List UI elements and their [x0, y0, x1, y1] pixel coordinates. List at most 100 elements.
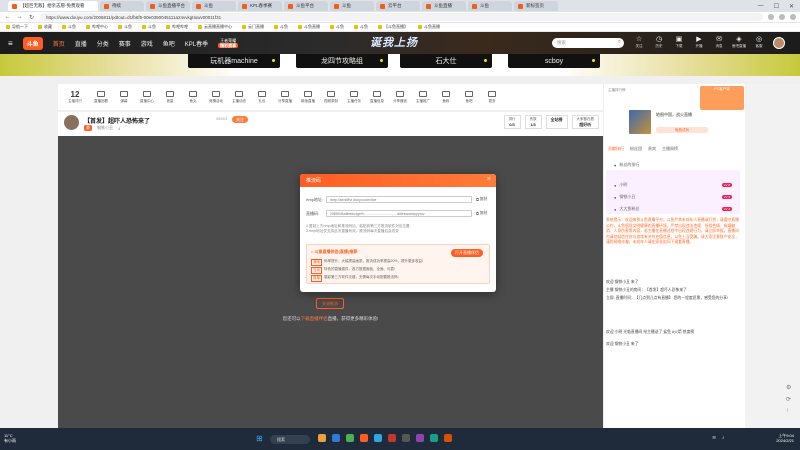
- bookmark[interactable]: 斗鱼: [354, 24, 368, 30]
- bookmark[interactable]: 斗鱼: [274, 24, 288, 30]
- browser-tab[interactable]: KPL春季赛: [238, 1, 282, 11]
- fan-row[interactable]: ● 小明 LV 8: [614, 181, 732, 189]
- browser-tab[interactable]: 斗鱼直播平台: [146, 1, 190, 11]
- stream-key-field[interactable]: 2085945a8bedc4ge9= .....................…: [326, 210, 472, 217]
- close-icon[interactable]: ×: [487, 176, 491, 183]
- steam-app-icon[interactable]: [374, 434, 382, 442]
- browser-app-icon[interactable]: [332, 434, 340, 442]
- fan-row[interactable]: ● 钢铁小丑 LV 6: [614, 193, 732, 201]
- stream-button[interactable]: 玩机器machine: [188, 54, 280, 68]
- stream-button[interactable]: 龙四节攻略组: [296, 54, 388, 68]
- room-tool[interactable]: 竞猜活动: [206, 90, 226, 104]
- app-icon[interactable]: [416, 434, 424, 442]
- anchor-name[interactable]: 钢铁小丑: [97, 125, 113, 131]
- room-tool[interactable]: 分享赚钱: [390, 90, 410, 104]
- nav-category[interactable]: 分类: [97, 39, 109, 48]
- browser-tab[interactable]: 斗鱼直播: [422, 1, 466, 11]
- room-tool[interactable]: 鱼粉: [436, 90, 456, 104]
- browser-tab[interactable]: 斗鱼: [468, 1, 512, 11]
- bookmark[interactable]: 哔哩哔哩: [166, 24, 188, 30]
- room-tool[interactable]: 直播中心: [137, 90, 157, 104]
- nav-events[interactable]: 赛事: [119, 39, 131, 48]
- message-nav-button[interactable]: ✉ 消息: [712, 36, 726, 48]
- fan-row[interactable]: ● 大大鱼粉丝 LV 4: [614, 205, 732, 213]
- stream-button[interactable]: scboy: [508, 54, 600, 68]
- room-tool[interactable]: 直播回看: [91, 90, 111, 104]
- room-tool[interactable]: 分享直播: [275, 90, 295, 104]
- app-icon[interactable]: [444, 434, 452, 442]
- bookmark[interactable]: 斗鱼: [62, 24, 76, 30]
- search-icon[interactable]: ⌕: [618, 39, 621, 46]
- url-input[interactable]: https://www.douyu.com/2006811/pdtout=d1f…: [40, 13, 763, 21]
- download-nav-button[interactable]: ▣ 下载: [672, 36, 686, 48]
- browser-tab-active[interactable]: 【超巨无敌】相亲志愿-免费观看: [8, 1, 98, 11]
- tab-fans[interactable]: 粉丝团: [630, 146, 642, 152]
- forward-icon[interactable]: →: [16, 14, 23, 20]
- bookmark[interactable]: 斗鱼直播: [418, 24, 440, 30]
- room-tool[interactable]: 音量: [160, 90, 180, 104]
- nav-live[interactable]: 直播: [75, 39, 87, 48]
- extension-icon[interactable]: [768, 14, 774, 20]
- start-live-nav-button[interactable]: ▶ 开播: [692, 36, 706, 48]
- system-clock[interactable]: 上午9:04 2024/2/21: [736, 433, 794, 443]
- taskbar-search[interactable]: 搜索: [270, 435, 310, 444]
- nav-games[interactable]: 游戏: [141, 39, 153, 48]
- room-tool[interactable]: 鱼吧: [459, 90, 479, 104]
- browser-tab[interactable]: 斗鱼: [192, 1, 236, 11]
- follow-nav-button[interactable]: ☆ 关注: [632, 36, 646, 48]
- room-tool[interactable]: 主播推广: [413, 90, 433, 104]
- room-tool[interactable]: 弹幕: [114, 90, 134, 104]
- weather-widget[interactable]: 11°C 有小雨: [4, 433, 16, 443]
- bookmark[interactable]: 斗鱼直播: [298, 24, 320, 30]
- download-companion-link[interactable]: 下载直播伴侣: [301, 316, 328, 321]
- copy-key-button[interactable]: ⧉ 复制: [476, 211, 487, 216]
- rank-box[interactable]: 排行 0/3: [503, 115, 521, 129]
- bookmark[interactable]: 导航一下: [6, 24, 28, 30]
- play-game-button[interactable]: 免费试玩: [656, 127, 708, 133]
- bookmark[interactable]: 斗鱼: [142, 24, 156, 30]
- browser-tab[interactable]: 云平台: [376, 1, 420, 11]
- app-icon[interactable]: [430, 434, 438, 442]
- follow-button[interactable]: 关注: [232, 116, 248, 123]
- browser-tab[interactable]: 斗鱼平台: [284, 1, 328, 11]
- tab-weekly[interactable]: 主播周榜: [662, 146, 678, 152]
- bookmark[interactable]: 斗鱼: [118, 24, 132, 30]
- tab-contribution[interactable]: 贡献排行: [608, 146, 624, 152]
- open-companion-button[interactable]: 打开直播伴侣: [451, 249, 483, 257]
- tab-vip[interactable]: 贵宾: [648, 146, 656, 152]
- chat-app-icon[interactable]: [346, 434, 354, 442]
- game-cover-image[interactable]: [629, 110, 651, 134]
- minimize-icon[interactable]: —: [758, 3, 764, 10]
- app-icon[interactable]: [388, 434, 396, 442]
- close-window-icon[interactable]: ✕: [789, 3, 794, 10]
- nav-yuba[interactable]: 鱼吧: [163, 39, 175, 48]
- room-tool[interactable]: 鱼丸: [183, 90, 203, 104]
- bookmark[interactable]: 哔哩中心: [86, 24, 108, 30]
- user-avatar[interactable]: [773, 37, 785, 49]
- reload-icon[interactable]: ↻: [28, 14, 35, 21]
- room-tool[interactable]: 主播动态: [229, 90, 249, 104]
- nav-home[interactable]: 首页: [53, 39, 65, 48]
- header-promo[interactable]: 王者荣耀 精彩赛事: [218, 38, 239, 48]
- nav-kpl[interactable]: KPL春季: [185, 39, 208, 48]
- watching-box[interactable]: 大家都在看 超好听: [571, 115, 599, 129]
- settings-icon[interactable]: ⚙: [786, 384, 791, 391]
- close-stream-button[interactable]: 关闭推流: [316, 298, 344, 309]
- profile-icon[interactable]: [790, 14, 796, 20]
- copy-rtmp-button[interactable]: ⧉ 复制: [476, 197, 487, 202]
- stream-button[interactable]: 石大仕: [400, 54, 492, 68]
- room-tool[interactable]: 礼包: [252, 90, 272, 104]
- anchor-avatar[interactable]: [64, 115, 79, 130]
- client-ad[interactable]: PC客户端: [700, 86, 744, 110]
- hot-rank[interactable]: 12 主播排行: [62, 90, 88, 104]
- windows-start-icon[interactable]: ⊞: [256, 434, 263, 443]
- service-nav-button[interactable]: ◎ 客服: [752, 36, 766, 48]
- noble-box[interactable]: 贵族 1/3: [524, 115, 542, 129]
- menu-icon[interactable]: ≡: [8, 39, 13, 48]
- file-explorer-icon[interactable]: [318, 434, 326, 442]
- app-icon[interactable]: [402, 434, 410, 442]
- room-tool[interactable]: 主播任务: [344, 90, 364, 104]
- room-tool[interactable]: 更多: [482, 90, 502, 104]
- extension-icon[interactable]: [779, 14, 785, 20]
- bookmark[interactable]: 斗鱼: [330, 24, 344, 30]
